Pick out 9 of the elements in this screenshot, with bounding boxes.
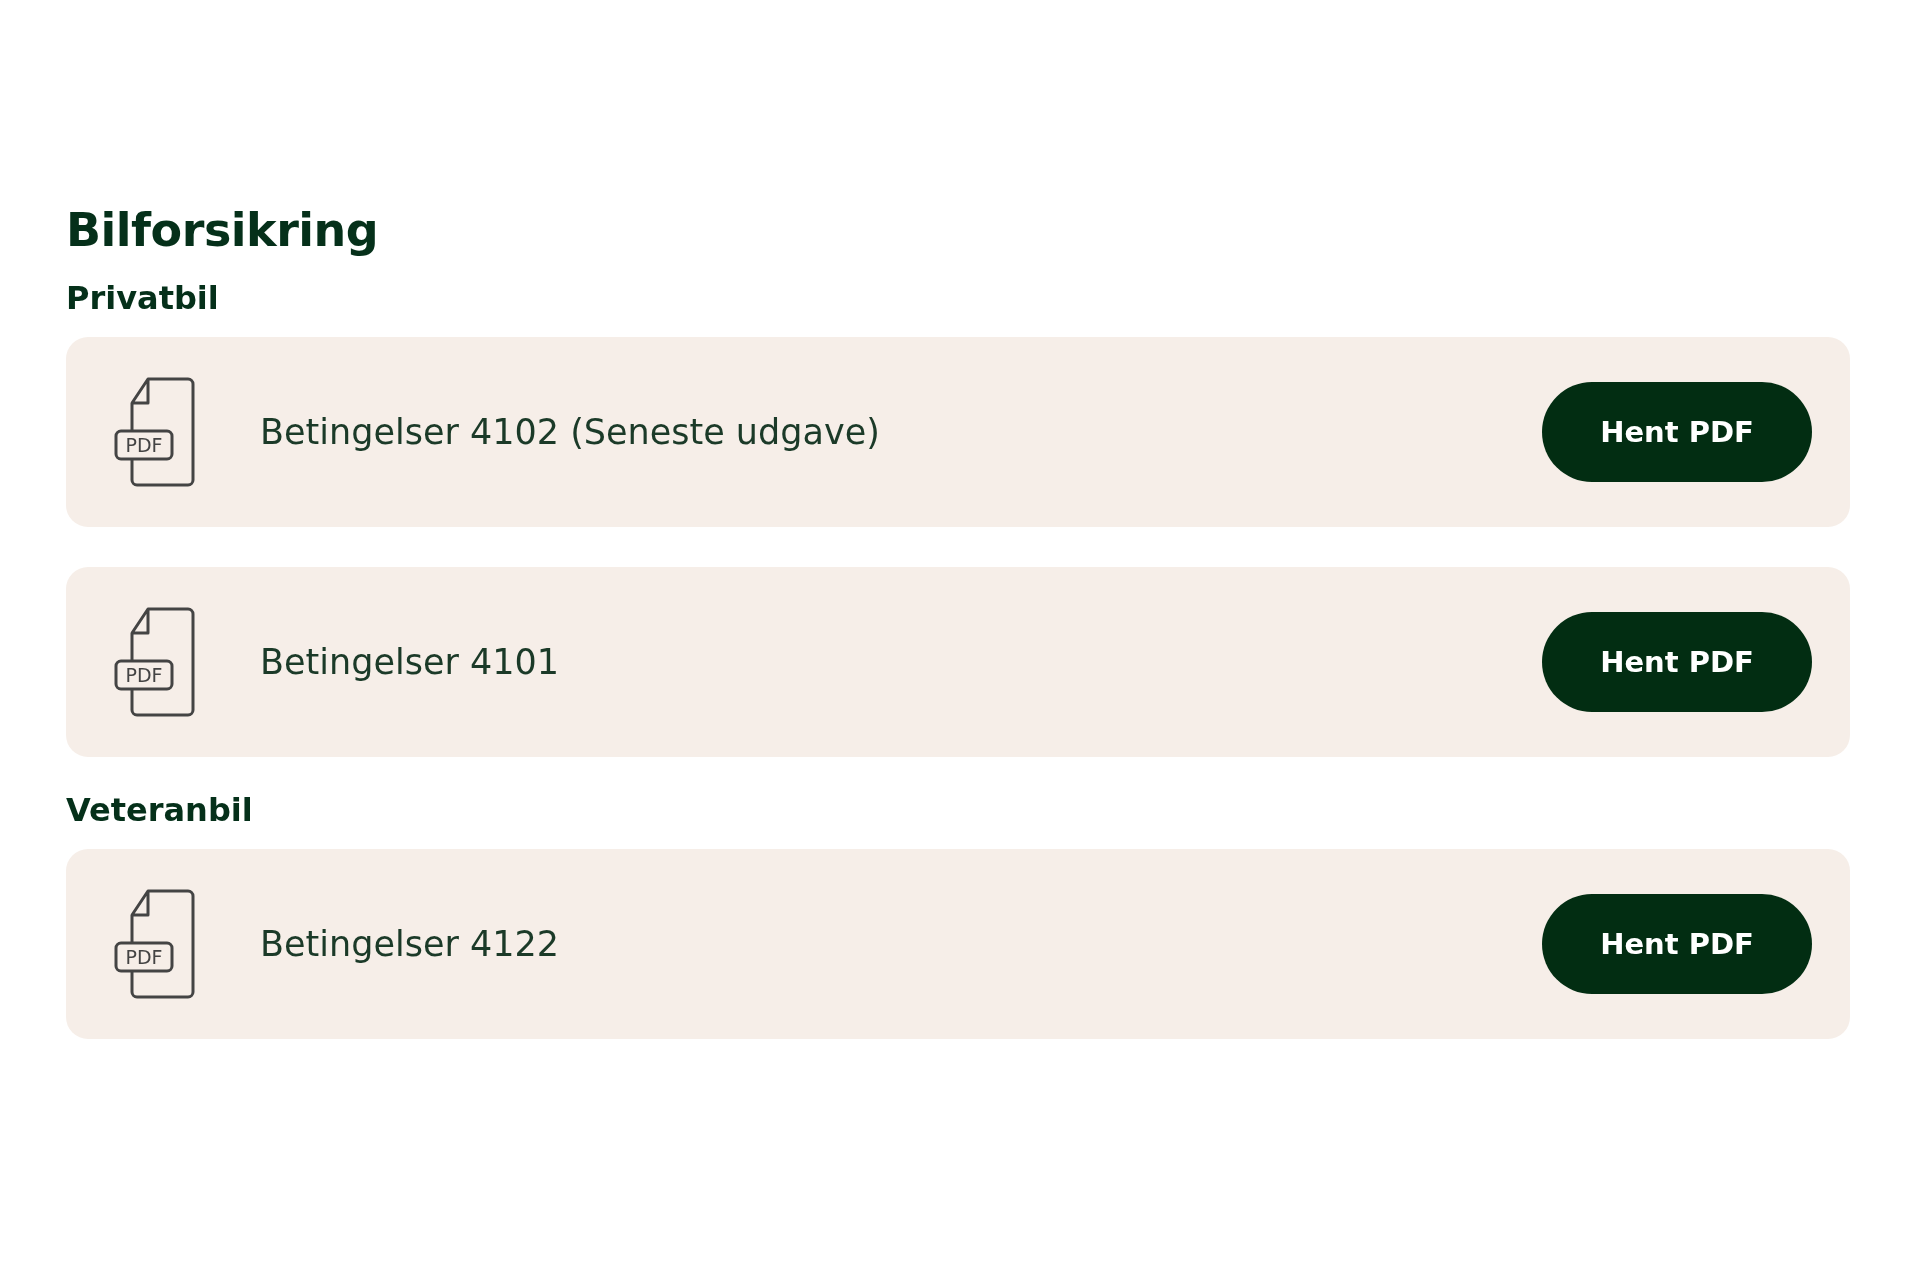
document-name: Betingelser 4122 [260,924,560,964]
download-button[interactable]: Hent PDF [1542,612,1812,712]
page-title: Bilforsikring [66,203,380,257]
document-name: Betingelser 4101 [260,642,560,682]
download-button[interactable]: Hent PDF [1542,382,1812,482]
section-heading: Veteranbil [66,791,254,829]
document-name: Betingelser 4102 (Seneste udgave) [260,412,881,452]
section-heading: Privatbil [66,279,220,317]
download-button[interactable]: Hent PDF [1542,894,1812,994]
